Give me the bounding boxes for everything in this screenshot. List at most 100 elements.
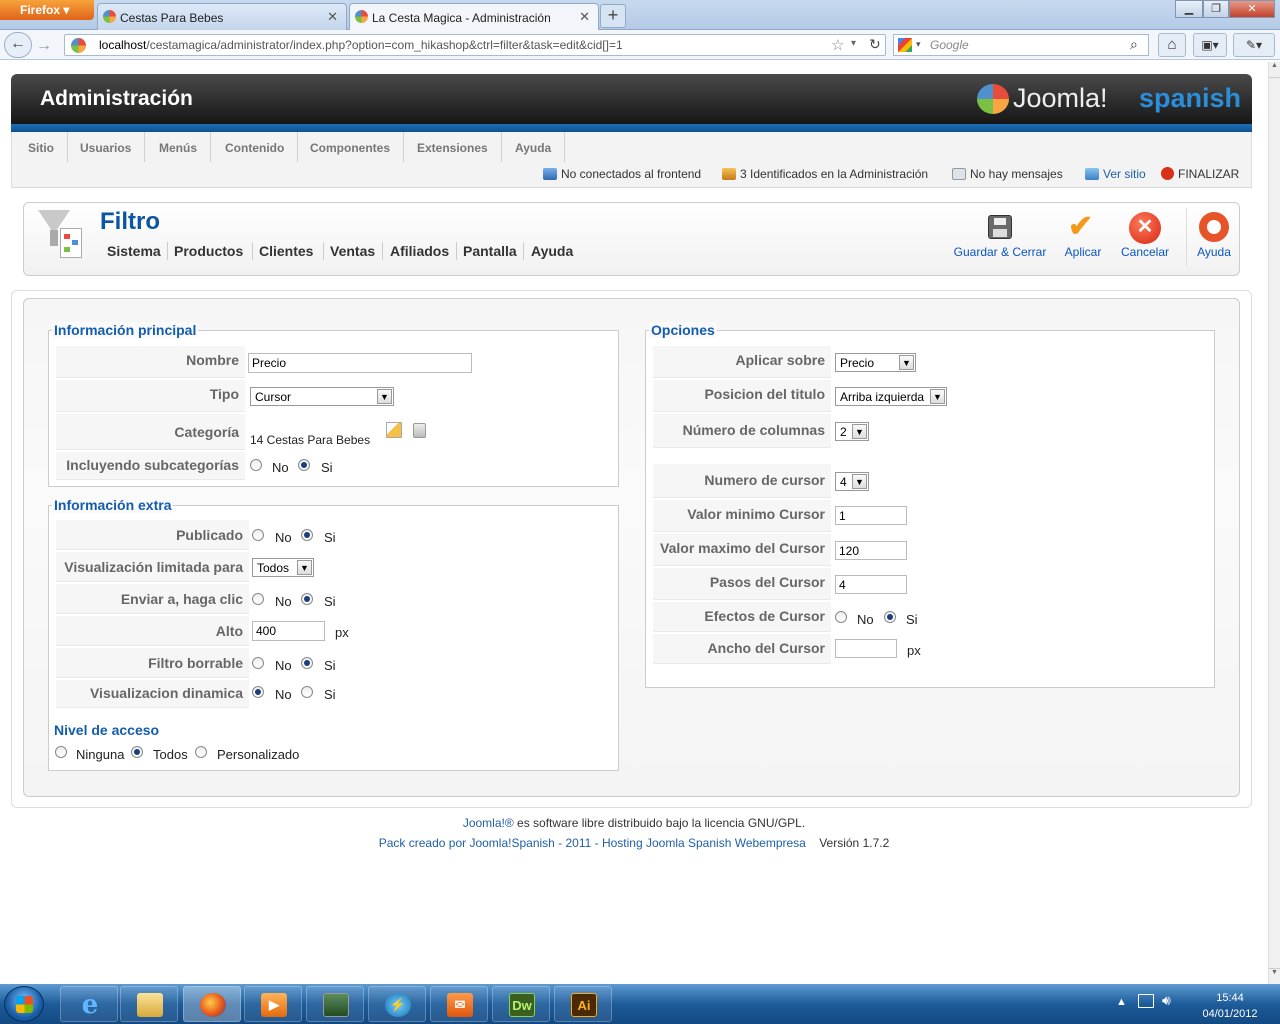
taskbar-dreamweaver[interactable]: Dw [492,986,550,1022]
ancho-label: Ancho del Cursor [653,634,831,664]
publicado-no-radio[interactable] [252,529,264,541]
taskbar-firefox[interactable] [183,986,241,1022]
num-columnas-select[interactable]: 2 ▼ [835,422,869,441]
visual-limitada-select[interactable]: Todos ▼ [252,558,314,577]
efectos-no-radio[interactable] [835,611,847,623]
help-button[interactable]: Ayuda [1192,210,1236,262]
subcat-no-radio[interactable] [250,459,262,471]
tab-cesta-magica-admin[interactable]: La Cesta Magica - Administración ✕ [349,3,599,31]
reload-icon[interactable]: ↻ [869,36,881,53]
menu-sitio[interactable]: Sitio [15,132,68,162]
ancho-input[interactable] [835,639,897,658]
menu-menus[interactable]: Menús [146,132,212,162]
taskbar-ie[interactable]: e [60,986,118,1022]
taskbar-explorer[interactable] [120,986,178,1022]
firefox-menu-button[interactable]: Firefox ▾ [0,0,94,20]
addons-icon[interactable]: ✎▾ [1233,33,1275,57]
borrable-si-radio[interactable] [301,657,313,669]
taskbar-ftp-app[interactable]: ⚡ [368,986,426,1022]
valor-min-label: Valor minimo Cursor [653,500,831,532]
acceso-ninguna-radio[interactable] [55,746,67,758]
bookmark-star-icon[interactable]: ☆ [831,36,844,54]
search-icon[interactable]: ⌕ [1130,36,1138,53]
submenu-afiliados[interactable]: Afiliados [390,243,449,259]
check-icon: ✔ [1068,210,1094,243]
show-hidden-icons[interactable]: ▲ [1116,996,1127,1008]
delete-category-icon[interactable] [413,423,426,438]
submenu-clientes[interactable]: Clientes [259,243,313,259]
menu-componentes[interactable]: Componentes [297,132,405,162]
logout-link[interactable]: FINALIZAR [1161,167,1239,181]
menu-usuarios[interactable]: Usuarios [67,132,146,162]
subcat-si-radio[interactable] [298,459,310,471]
url-dropdown-icon[interactable]: ▾ [851,38,856,49]
maximize-button[interactable]: ❐ [1203,0,1229,18]
submenu-sistema[interactable]: Sistema [107,243,161,259]
tab-cestas-para-bebes[interactable]: Cestas Para Bebes ✕ [97,3,347,30]
view-site-link[interactable]: Ver sitio [1085,167,1146,181]
joomla-spanish-link[interactable]: Pack creado por Joomla!Spanish - 2011 - … [379,836,806,850]
forward-arrow-icon[interactable]: → [34,35,54,59]
publicado-si-radio[interactable] [301,529,313,541]
url-bar[interactable]: localhost/cestamagica/administrator/inde… [64,34,886,56]
system-clock[interactable]: 15:44 04/01/2012 [1190,990,1270,1022]
cancel-button[interactable]: ✕ Cancelar [1115,210,1175,262]
new-tab-button[interactable]: + [600,4,626,28]
posicion-titulo-select[interactable]: Arriba izquierda ▼ [835,387,947,406]
close-tab-icon[interactable]: ✕ [579,9,590,25]
cancel-x-icon: ✕ [1129,212,1161,244]
submenu-productos[interactable]: Productos [174,243,243,259]
vertical-scrollbar[interactable]: ▲ ▼ [1268,62,1280,984]
taskbar-monitor-app[interactable] [306,986,364,1022]
edit-category-icon[interactable] [386,422,402,438]
search-engine-dropdown-icon[interactable]: ▾ [916,39,921,50]
pasos-label: Pasos del Cursor [653,568,831,600]
borrable-no-radio[interactable] [252,657,264,669]
menu-extensiones[interactable]: Extensiones [404,132,502,162]
monitor-app-icon [323,993,349,1017]
url-host: localhost [99,38,147,52]
enviar-no-radio[interactable] [252,593,264,605]
volume-icon[interactable]: 🔊︎ [1162,992,1171,1009]
joomla-link[interactable]: Joomla!® [463,816,514,830]
acceso-todos-radio[interactable] [131,746,143,758]
submenu-pantalla[interactable]: Pantalla [463,243,517,259]
taskbar-media-player[interactable]: ▶ [244,986,302,1022]
bookmarks-icon[interactable]: ▣▾ [1193,33,1227,57]
aplicar-sobre-select[interactable]: Precio ▼ [835,353,916,372]
network-icon[interactable] [1138,994,1154,1008]
logout-icon [1161,167,1174,180]
submenu-ventas[interactable]: Ventas [330,243,375,259]
valor-max-input[interactable]: 120 [835,541,907,560]
enviar-si-radio[interactable] [301,593,313,605]
close-tab-icon[interactable]: ✕ [327,9,338,25]
pasos-input[interactable]: 4 [835,575,907,594]
num-cursor-select[interactable]: 4 ▼ [835,472,869,491]
dinamica-si-radio[interactable] [301,686,313,698]
site-identity-icon[interactable] [71,38,86,53]
efectos-si-radio[interactable] [884,611,896,623]
start-button[interactable] [4,986,44,1022]
menu-ayuda[interactable]: Ayuda [502,132,566,162]
tipo-select[interactable]: Cursor ▼ [250,387,394,406]
close-window-button[interactable]: ✕ [1229,0,1275,18]
save-close-button[interactable]: Guardar & Cerrar [950,210,1050,262]
efectos-si-label: Si [906,612,918,627]
submenu-ayuda[interactable]: Ayuda [531,243,573,259]
valor-min-input[interactable]: 1 [835,506,907,525]
menu-contenido[interactable]: Contenido [212,132,299,162]
back-arrow-icon[interactable]: ← [4,32,32,58]
acceso-personalizado-radio[interactable] [195,746,207,758]
nombre-input[interactable]: Precio [248,353,472,373]
acceso-personalizado-label: Personalizado [217,747,300,762]
taskbar-mail[interactable]: ✉ [430,986,488,1022]
dropdown-arrow-icon: ▼ [930,389,945,404]
alto-input[interactable]: 400 [252,621,325,641]
minimize-button[interactable]: ▁ [1175,0,1203,18]
dropdown-arrow-icon: ▼ [852,424,867,439]
search-box[interactable]: ▾ Google ⌕ [893,34,1149,56]
home-icon[interactable]: ⌂ [1158,33,1186,57]
apply-button[interactable]: ✔ Aplicar [1058,210,1108,262]
taskbar-illustrator[interactable]: Ai [554,986,612,1022]
dinamica-no-radio[interactable] [252,686,264,698]
